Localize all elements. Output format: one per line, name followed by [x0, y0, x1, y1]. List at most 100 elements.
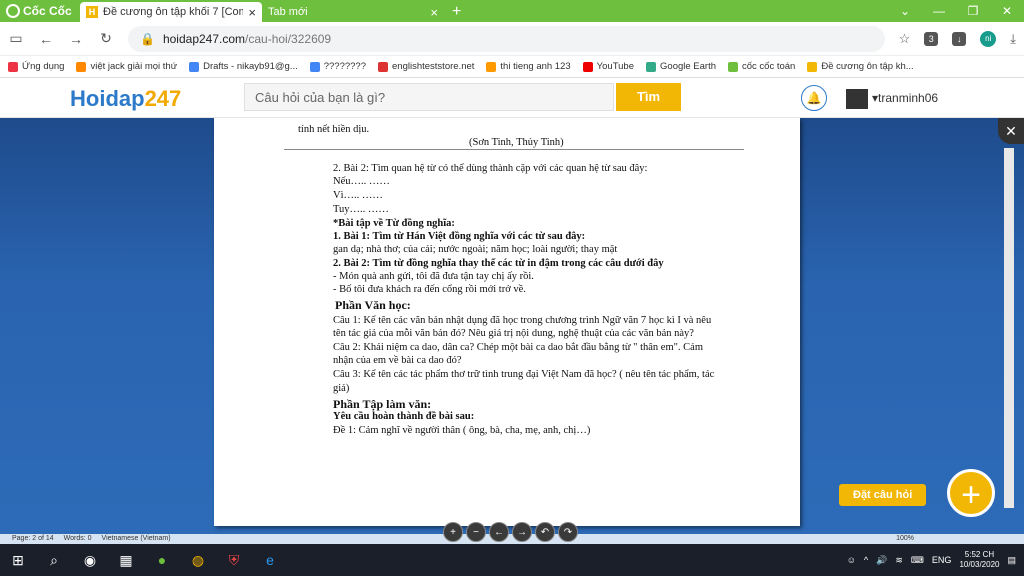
close-window-icon[interactable]: ✕ [990, 0, 1024, 22]
doc-line: Câu 1: Kể tên các văn bản nhật dụng đã h… [333, 315, 712, 326]
zoom-in-icon[interactable]: + [443, 522, 463, 542]
app-icon[interactable]: ◉ [72, 552, 108, 569]
sidebar-toggle-icon[interactable]: ▭ [8, 30, 24, 47]
viewer-controls: + − ← → ↶ ↷ [443, 522, 578, 542]
new-tab-icon[interactable]: + [444, 2, 469, 22]
bookmark-icon [378, 61, 389, 72]
doc-line: gan dạ; nhà thơ; của cải; nước ngoài; nă… [333, 244, 618, 255]
doc-line: - Bố tôi đưa khách ra đến cổng rồi mới t… [333, 284, 526, 295]
rotate-left-icon[interactable]: ↶ [535, 522, 555, 542]
coccoc-taskbar-icon[interactable]: ● [144, 552, 180, 568]
bookmark-icon [76, 61, 87, 72]
reload-icon[interactable]: ↻ [98, 30, 114, 47]
bookmark-icon [8, 61, 18, 72]
browser-brand[interactable]: Cốc Cốc [0, 0, 80, 22]
ask-question-button[interactable]: Đặt câu hỏi [839, 484, 927, 506]
ie-icon[interactable]: e [252, 552, 288, 568]
coccoc-logo-icon [6, 4, 20, 18]
back-icon[interactable]: ← [38, 31, 54, 47]
doc-line: 2. Bài 2: Tìm từ đồng nghĩa thay thế các… [333, 258, 664, 269]
bookmark-icon [646, 61, 657, 72]
hoidap-favicon-icon: H [86, 6, 98, 18]
search-button[interactable]: Tìm [616, 83, 681, 111]
add-question-icon[interactable]: + [947, 469, 995, 517]
bookmark-item[interactable]: Google Earth [646, 61, 716, 72]
bookmark-item[interactable]: ???????? [309, 61, 366, 72]
bookmark-item[interactable]: cốc cốc toán [728, 61, 795, 72]
document-viewer: tính nết hiền dịu. (Sơn Tinh, Thủy Tinh) 2… [0, 118, 1024, 544]
doc-line: giả) [333, 383, 350, 394]
bookmarks-bar: Ứng dụng việt jack giải mọi thứ Drafts - n… [0, 56, 1024, 78]
windows-taskbar: ⊞ ⌕ ◉ ▦ ● ◍ ⛨ e ☺ ^ 🔊 ≋ ⌨ ENG 5:52 CH 10/03/2… [0, 544, 1024, 576]
bookmark-item[interactable]: englishteststore.net [378, 61, 474, 72]
bookmark-item[interactable]: Ứng dụng [8, 61, 64, 72]
close-tab-icon[interactable]: × [248, 5, 256, 20]
doc-line: Câu 3: Kể tên các tác phẩm thơ trữ tình … [333, 369, 715, 380]
wifi-icon[interactable]: ≋ [895, 555, 903, 566]
prev-page-icon[interactable]: ← [489, 522, 509, 542]
doc-line: 2. Bài 2: Tìm quan hệ từ có thể dùng thà… [333, 163, 648, 174]
download-icon[interactable]: ↓ [952, 31, 967, 46]
download-arrow-icon[interactable]: ⤓ [1010, 31, 1016, 47]
doc-line: Tuy….. …… [333, 204, 389, 215]
shield-icon[interactable]: ⛨ [216, 552, 252, 569]
doc-line: Phần Tập làm văn: [333, 397, 432, 411]
avatar[interactable] [846, 89, 868, 109]
zoom-out-icon[interactable]: − [466, 522, 486, 542]
close-viewer-icon[interactable]: ✕ [998, 118, 1024, 144]
doc-line: 1. Bài 1: Tìm từ Hán Việt đồng nghĩa với… [333, 231, 586, 242]
volume-icon[interactable]: 🔊 [876, 555, 887, 566]
windows-start-icon[interactable]: ⊞ [0, 552, 36, 569]
star-icon[interactable]: ☆ [899, 31, 911, 47]
close-tab-icon[interactable]: × [430, 5, 438, 20]
doc-line: Vì….. …… [333, 190, 383, 201]
lock-icon: 🔒 [140, 31, 155, 46]
chevron-up-icon[interactable]: ^ [864, 555, 868, 565]
scrollbar[interactable] [1004, 148, 1014, 508]
doc-line: nhận của em về bài ca dao đó? [333, 355, 462, 366]
search-input[interactable]: Câu hỏi của bạn là gì? [244, 83, 614, 111]
url-field[interactable]: 🔒 hoidap247.com/cau-hoi/322609 [128, 25, 885, 52]
clock[interactable]: 5:52 CH 10/03/2020 [959, 550, 999, 570]
chrome-icon[interactable]: ◍ [180, 552, 216, 569]
search-icon[interactable]: ⌕ [36, 552, 72, 569]
doc-line: (Sơn Tinh, Thủy Tinh) [469, 137, 564, 148]
notification-icon[interactable]: ▤ [1007, 555, 1016, 566]
doc-line: Nếu….. …… [333, 176, 390, 187]
bookmark-item[interactable]: Đề cương ôn tập kh... [807, 61, 914, 72]
document-page: tính nết hiền dịu. (Sơn Tinh, Thủy Tinh) 2… [214, 118, 800, 526]
bookmark-item[interactable]: Drafts - nikayb91@g... [189, 61, 298, 72]
bookmark-item[interactable]: việt jack giải mọi thứ [76, 61, 177, 72]
keyboard-icon[interactable]: ⌨ [911, 555, 924, 566]
app-icon[interactable]: ▦ [108, 552, 144, 569]
bell-icon[interactable]: 🔔 [801, 85, 827, 111]
doc-line: - Món quà anh gửi, tôi đã đưa tận tay ch… [333, 271, 534, 282]
tab-new[interactable]: Tab mới × [262, 2, 444, 22]
rotate-right-icon[interactable]: ↷ [558, 522, 578, 542]
dropdown-icon[interactable]: ⌄ [888, 0, 922, 22]
bookmark-item[interactable]: YouTube [582, 61, 634, 72]
site-logo[interactable]: Hoidap247 [70, 86, 181, 112]
bookmark-icon [582, 61, 593, 72]
people-icon[interactable]: ☺ [847, 555, 856, 565]
username-menu[interactable]: ▾tranminh06 [872, 91, 938, 105]
address-bar: ▭ ← → ↻ 🔒 hoidap247.com/cau-hoi/322609 ☆ 3… [0, 22, 1024, 56]
profile-icon[interactable]: ni [980, 30, 997, 47]
doc-line: Yêu cầu hoàn thành đề bài sau: [333, 411, 475, 422]
doc-line: tính nết hiền dịu. [298, 124, 370, 135]
next-page-icon[interactable]: → [512, 522, 532, 542]
restore-icon[interactable]: ❐ [956, 0, 990, 22]
bookmark-icon [309, 61, 320, 72]
minimize-icon[interactable]: — [922, 0, 956, 22]
forward-icon[interactable]: → [68, 31, 84, 47]
bookmark-icon [807, 61, 818, 72]
bookmark-icon [486, 61, 497, 72]
bookmark-icon [728, 61, 738, 72]
site-header: Hoidap247 Câu hỏi của bạn là gì? Tìm 🔔 ▾… [0, 78, 1024, 118]
tab-active[interactable]: H Đề cương ôn tập khối 7 [Com × [80, 2, 262, 22]
extension-icon[interactable]: 3 [924, 31, 939, 46]
tab-bar: Cốc Cốc H Đề cương ôn tập khối 7 [Com × Ta… [0, 0, 1024, 22]
doc-line: Phần Văn học: [335, 298, 411, 312]
bookmark-item[interactable]: thi tieng anh 123 [486, 61, 571, 72]
doc-line: Đề 1: Cảm nghĩ về người thân ( ông, bà, … [333, 425, 591, 436]
